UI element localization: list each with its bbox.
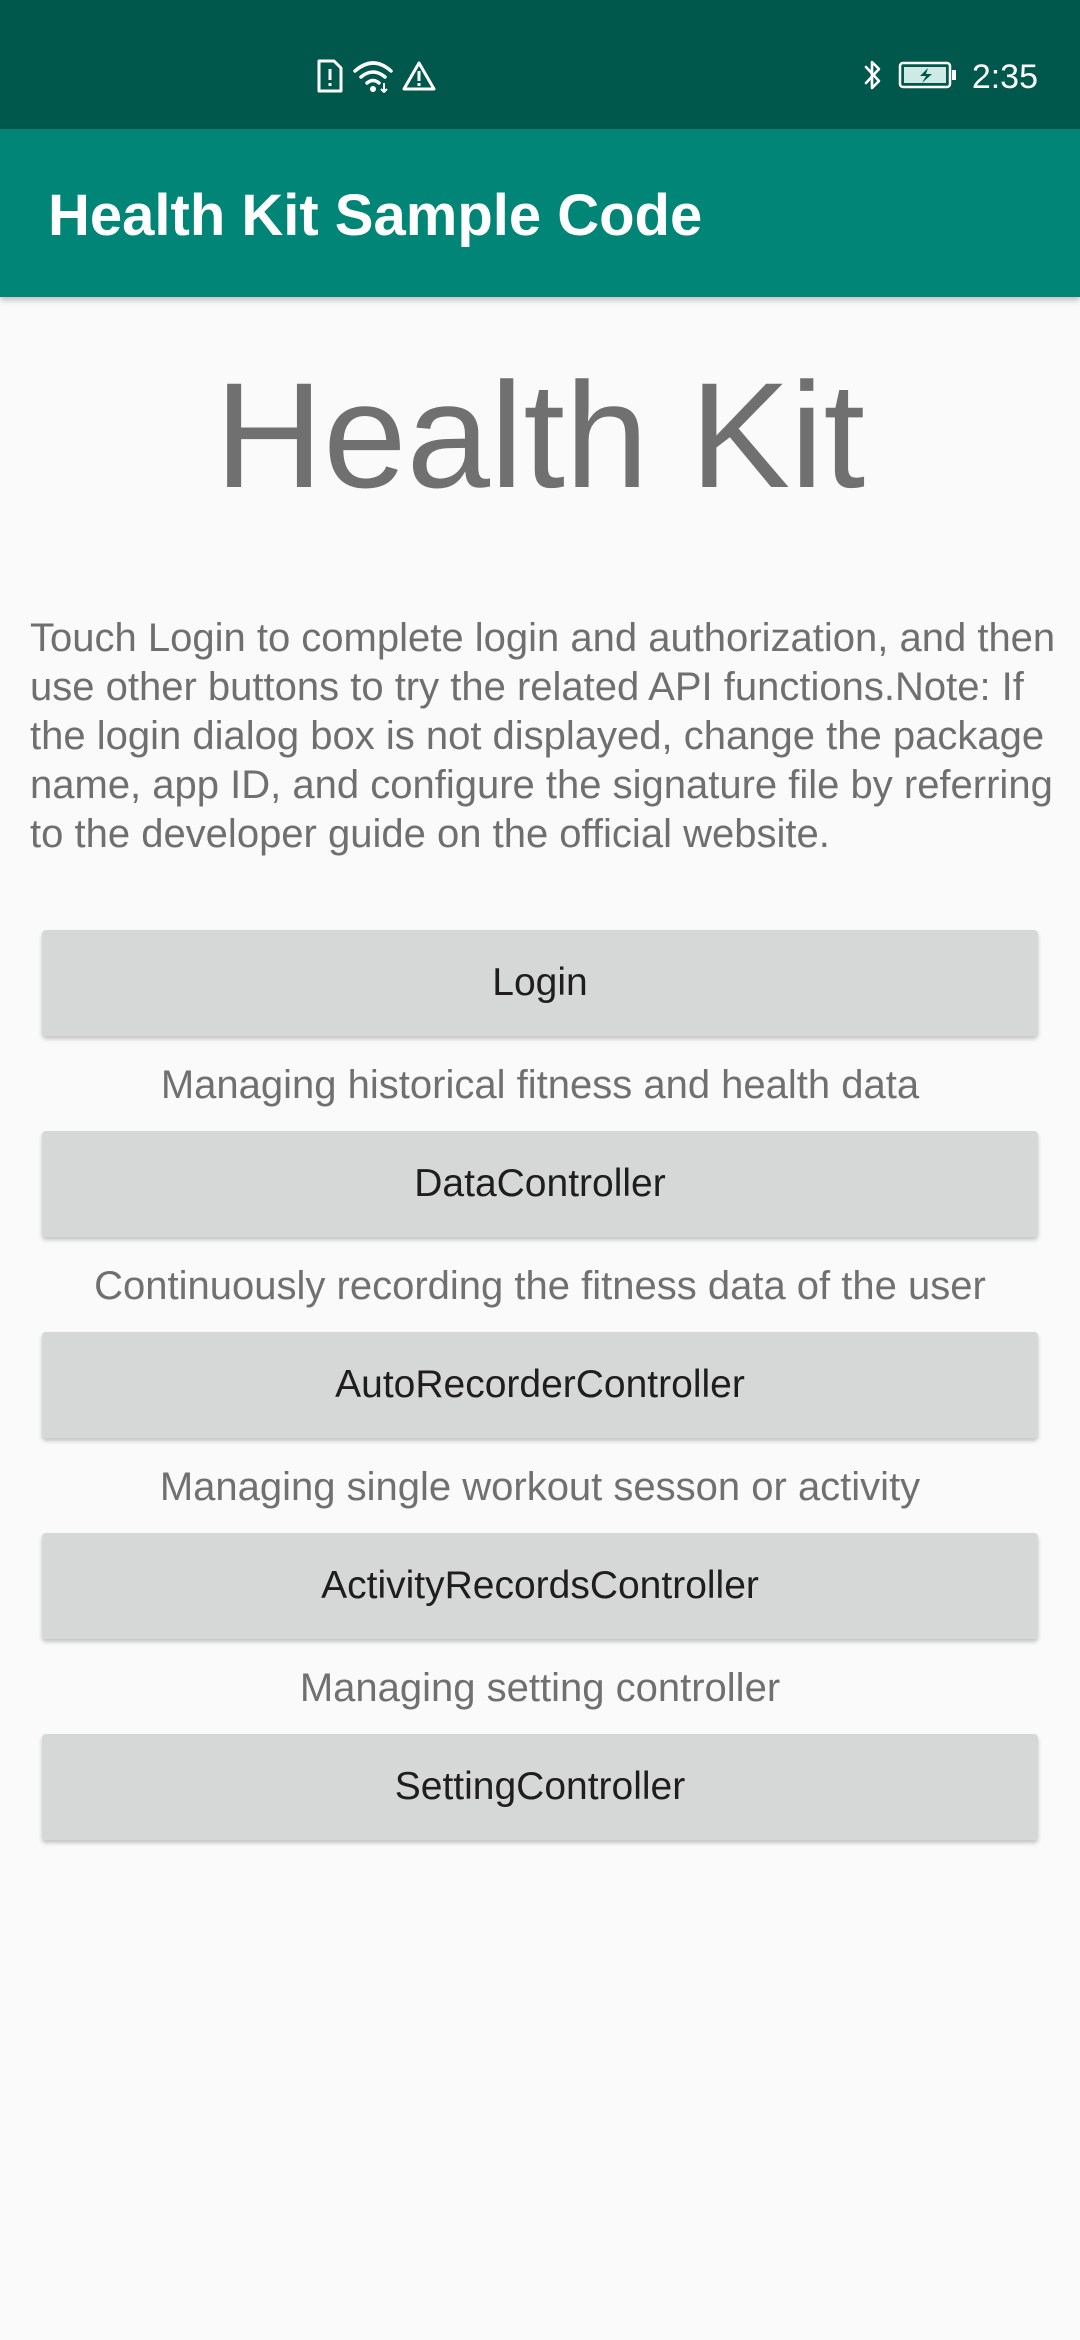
data-controller-caption: Managing historical fitness and health d… bbox=[160, 1063, 920, 1107]
status-time: 2:35 bbox=[971, 58, 1038, 96]
warning-icon bbox=[402, 60, 436, 97]
hero-title: Health Kit bbox=[214, 351, 866, 519]
status-bar: 2:35 bbox=[0, 0, 1080, 129]
activity-records-caption: Managing single workout sesson or activi… bbox=[159, 1465, 921, 1509]
activity-records-controller-button[interactable]: ActivityRecordsController bbox=[42, 1533, 1038, 1639]
setting-controller-caption: Managing setting controller bbox=[299, 1666, 781, 1710]
app-bar: Health Kit Sample Code bbox=[0, 129, 1080, 297]
intro-text: Touch Login to complete login and author… bbox=[30, 616, 1056, 856]
login-button[interactable]: Login bbox=[42, 930, 1038, 1036]
sim-alert-icon bbox=[316, 59, 344, 98]
auto-recorder-controller-button[interactable]: AutoRecorderController bbox=[42, 1332, 1038, 1438]
data-controller-button[interactable]: DataController bbox=[42, 1131, 1038, 1237]
auto-recorder-caption: Continuously recording the fitness data … bbox=[94, 1264, 986, 1308]
status-left-icons bbox=[316, 58, 436, 98]
setting-controller-button[interactable]: SettingController bbox=[42, 1734, 1038, 1840]
battery-charging-icon bbox=[898, 60, 958, 95]
bluetooth-icon bbox=[862, 58, 884, 97]
status-right: 2:35 bbox=[862, 56, 1038, 98]
wifi-icon bbox=[352, 59, 394, 98]
app-title: Health Kit Sample Code bbox=[48, 183, 703, 248]
